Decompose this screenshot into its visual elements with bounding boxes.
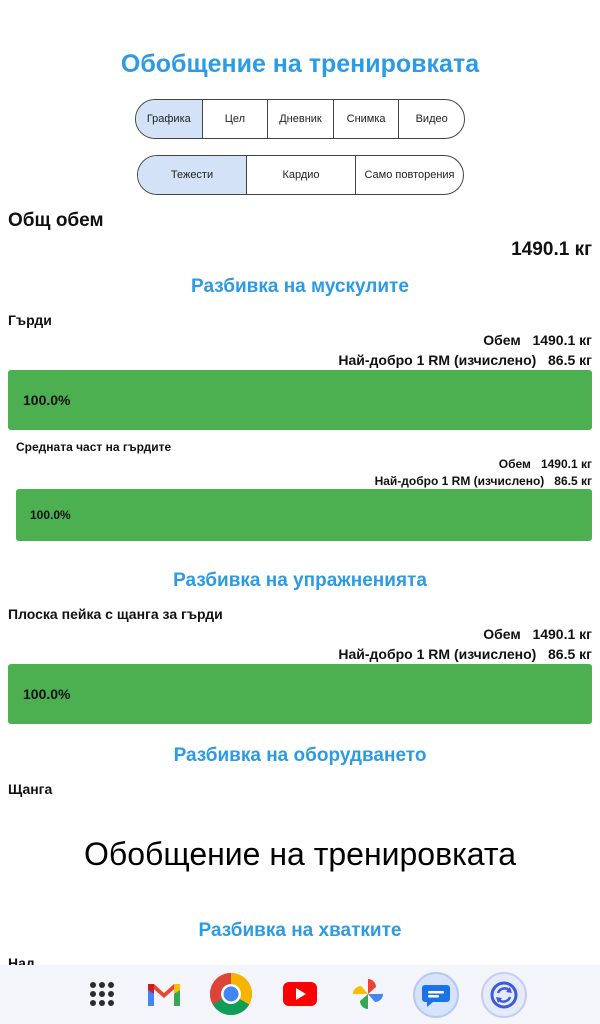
muscle-sub-best: Най-добро 1 RM (изчислено) 86.5 кг — [375, 474, 592, 488]
grip-breakdown-heading: Разбивка на хватките — [198, 920, 402, 941]
tab-cardio[interactable]: Кардио — [246, 156, 355, 194]
youtube-icon[interactable] — [278, 972, 322, 1016]
volume-value: 1490.1 кг — [540, 457, 592, 471]
best-label: Най-добро 1 RM (изчислено) — [338, 646, 537, 662]
muscle-sub-name: Средната част на гърдите — [16, 440, 172, 454]
muscle-group-percent: 100.0% — [23, 392, 71, 408]
muscle-group-bar: 100.0% — [8, 370, 592, 430]
exercise-name: Плоска пейка с щанга за гърди — [8, 606, 223, 622]
gmail-icon[interactable] — [142, 972, 186, 1016]
tab-weights[interactable]: Тежести — [138, 156, 246, 194]
muscle-sub-percent: 100.0% — [30, 508, 71, 522]
muscle-sub-bar: 100.0% — [16, 489, 592, 541]
sync-app-icon[interactable] — [481, 972, 527, 1018]
muscle-group-volume: Обем 1490.1 кг — [483, 332, 592, 348]
best-value: 86.5 кг — [548, 352, 592, 368]
tab-goal[interactable]: Цел — [201, 100, 268, 138]
exercise-bar: 100.0% — [8, 664, 592, 724]
exercise-breakdown-heading: Разбивка на упражненията — [173, 570, 427, 591]
best-label: Най-добро 1 RM (изчислено) — [338, 352, 537, 368]
equipment-breakdown-heading: Разбивка на оборудването — [173, 745, 427, 766]
best-value: 86.5 кг — [548, 646, 592, 662]
muscle-sub-volume: Обем 1490.1 кг — [499, 457, 592, 471]
overlay-title: Обобщение на тренировката — [84, 836, 516, 872]
total-volume-value: 1490.1 кг — [511, 239, 592, 260]
equipment-name: Щанга — [8, 781, 53, 797]
exercise-volume: Обем 1490.1 кг — [483, 626, 592, 642]
apps-grid-icon[interactable] — [80, 972, 124, 1016]
volume-label: Обем — [483, 626, 521, 642]
volume-value: 1490.1 кг — [532, 332, 592, 348]
tab-log[interactable]: Дневник — [267, 100, 333, 138]
best-label: Най-добро 1 RM (изчислено) — [374, 474, 545, 488]
exercise-best: Най-добро 1 RM (изчислено) 86.5 кг — [338, 646, 592, 662]
best-value: 86.5 кг — [554, 474, 592, 488]
volume-value: 1490.1 кг — [532, 626, 592, 642]
tab-video[interactable]: Видео — [398, 100, 464, 138]
exercise-percent: 100.0% — [23, 686, 71, 702]
messages-icon[interactable] — [413, 972, 459, 1018]
main-tab-bar: Графика Цел Дневник Снимка Видео — [135, 99, 465, 139]
tab-reps-only[interactable]: Само повторения — [355, 156, 463, 194]
page-title: Обобщение на тренировката — [120, 50, 480, 78]
tab-graphics[interactable]: Графика — [136, 100, 202, 138]
volume-label: Обем — [498, 457, 531, 471]
muscle-breakdown-heading: Разбивка на мускулите — [191, 276, 409, 297]
grip-name: Над — [8, 955, 35, 965]
tab-photo[interactable]: Снимка — [332, 100, 399, 138]
volume-label: Обем — [483, 332, 521, 348]
muscle-group-name: Гърди — [8, 312, 52, 328]
photos-icon[interactable] — [346, 972, 390, 1016]
total-volume-label: Общ обем — [8, 210, 104, 231]
chrome-icon[interactable] — [209, 972, 253, 1016]
type-tab-bar: Тежести Кардио Само повторения — [137, 155, 464, 195]
muscle-group-best: Най-добро 1 RM (изчислено) 86.5 кг — [338, 352, 592, 368]
